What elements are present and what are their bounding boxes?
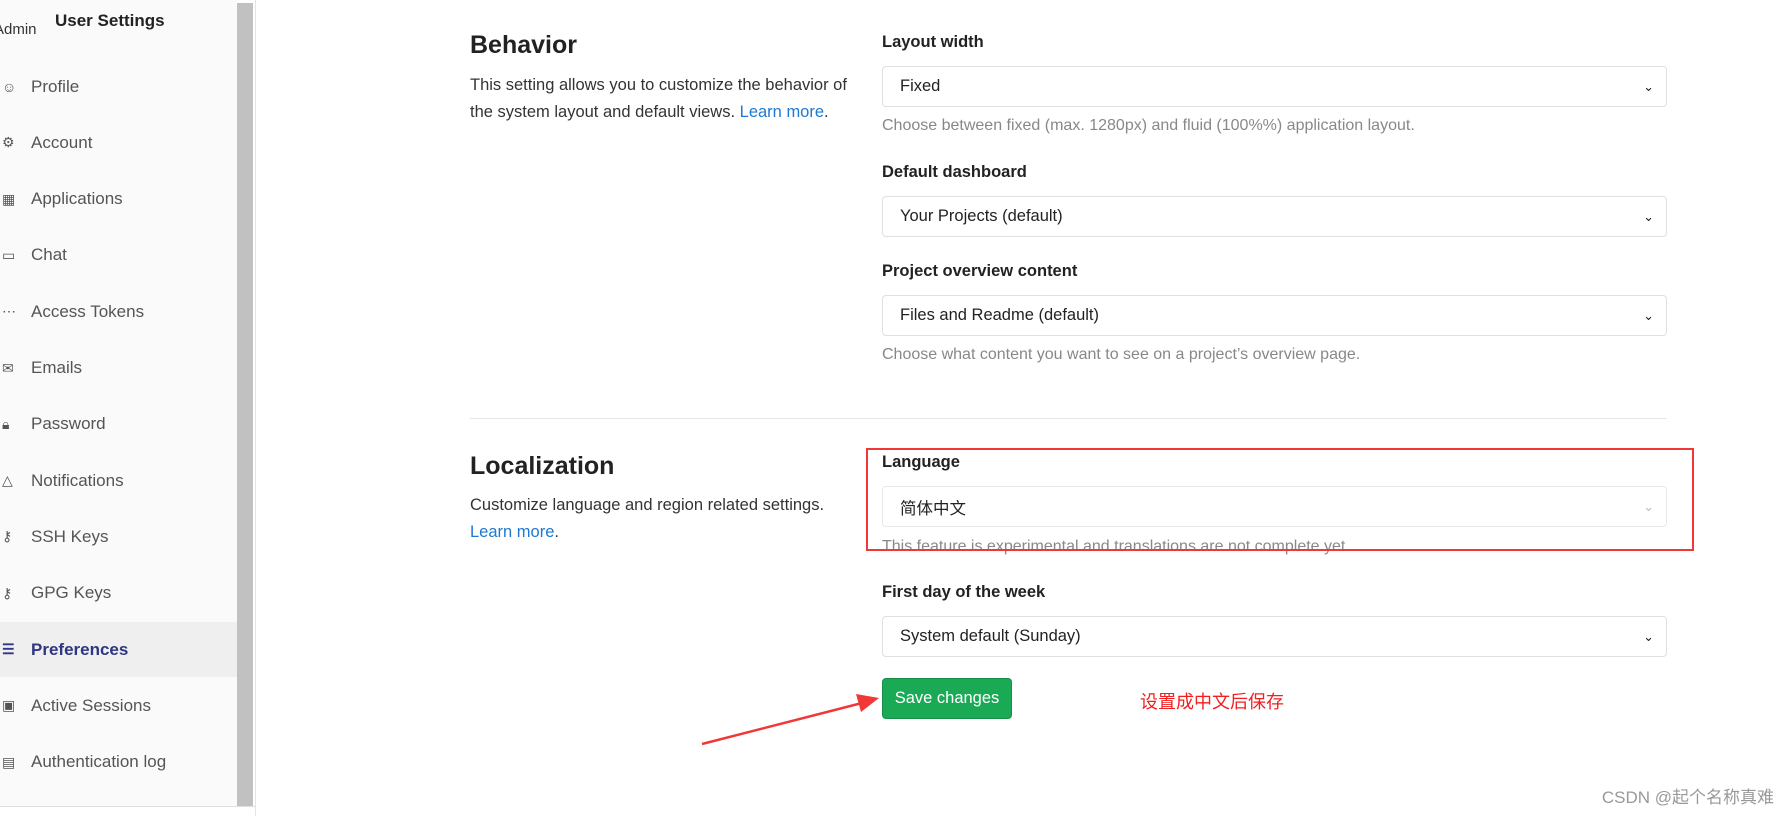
behavior-learn-more-link[interactable]: Learn more	[740, 103, 824, 121]
lock-icon: 🔒︎	[2, 415, 10, 432]
annotation-highlight-box	[866, 448, 1694, 551]
sidebar-item-label: Applications	[31, 189, 123, 209]
divider	[0, 806, 256, 807]
monitor-icon: ▣	[2, 697, 16, 714]
sidebar-item-label: Authentication log	[31, 752, 167, 772]
behavior-title: Behavior	[470, 31, 577, 59]
default-dashboard-select[interactable]: Your Projects (default) ⌄	[882, 196, 1667, 237]
project-overview-select[interactable]: Files and Readme (default) ⌄	[882, 295, 1667, 336]
sidebar-item-ssh-keys[interactable]: ⚷ SSH Keys	[0, 509, 237, 564]
sidebar-item-label: Account	[31, 132, 93, 152]
sidebar-item-emails[interactable]: ✉ Emails	[0, 341, 237, 396]
layout-width-help: Choose between fixed (max. 1280px) and f…	[882, 117, 1415, 134]
default-dashboard-label: Default dashboard	[882, 163, 1027, 181]
project-overview-help: Choose what content you want to see on a…	[882, 346, 1361, 363]
sidebar-item-label: Preferences	[31, 639, 129, 659]
chevron-down-icon: ⌄	[1643, 208, 1654, 224]
chevron-down-icon: ⌄	[1643, 307, 1654, 323]
project-overview-value: Files and Readme (default)	[900, 306, 1100, 324]
localization-title: Localization	[470, 452, 615, 480]
sidebar-item-label: SSH Keys	[31, 526, 109, 546]
sidebar-item-gpg-keys[interactable]: ⚷ GPG Keys	[0, 566, 237, 621]
token-icon: ⋯	[2, 303, 16, 320]
default-dashboard-value: Your Projects (default)	[900, 207, 1063, 225]
sidebar-item-chat[interactable]: ▭ Chat	[0, 228, 237, 283]
sidebar-item-notifications[interactable]: △ Notifications	[0, 453, 237, 508]
sidebar-item-access-tokens[interactable]: ⋯ Access Tokens	[0, 284, 237, 339]
sidebar-item-label: Notifications	[31, 470, 124, 490]
sidebar-item-password[interactable]: 🔒︎ Password	[0, 397, 237, 452]
layout-width-label: Layout width	[882, 33, 984, 51]
divider	[255, 0, 256, 816]
email-icon: ✉	[2, 359, 14, 376]
sidebar-item-active-sessions[interactable]: ▣ Active Sessions	[0, 678, 237, 733]
bell-icon: △	[2, 472, 13, 489]
sidebar-item-authentication-log[interactable]: ▤ Authentication log	[0, 735, 237, 790]
sidebar: Admin User Settings ☺ Profile ⚙ Account ▦ App…	[0, 0, 237, 806]
save-changes-button[interactable]: Save changes	[882, 678, 1012, 719]
behavior-description: This setting allows you to customize the…	[470, 76, 847, 121]
annotation-note: 设置成中文后保存	[1140, 692, 1284, 712]
layout-width-select[interactable]: Fixed ⌄	[882, 66, 1667, 107]
first-day-value: System default (Sunday)	[900, 627, 1081, 645]
applications-icon: ▦	[2, 190, 16, 207]
sidebar-item-label: GPG Keys	[31, 583, 112, 603]
arrow-head	[856, 694, 879, 712]
sidebar-item-account[interactable]: ⚙ Account	[0, 115, 237, 170]
layout-width-value: Fixed	[900, 77, 941, 95]
sidebar-scrollbar[interactable]	[237, 3, 253, 806]
chevron-down-icon: ⌄	[1643, 628, 1654, 644]
sidebar-item-label: Access Tokens	[31, 301, 145, 321]
chat-icon: ▭	[2, 246, 16, 263]
sidebar-item-label: Password	[31, 414, 106, 434]
account-icon: ⚙	[2, 134, 15, 151]
sidebar-item-preferences[interactable]: ☰ Preferences	[0, 622, 237, 677]
sidebar-item-label: Active Sessions	[31, 695, 151, 715]
sidebar-title: User Settings	[55, 11, 165, 30]
localization-learn-more-link[interactable]: Learn more	[470, 523, 554, 541]
project-overview-label: Project overview content	[882, 262, 1078, 280]
sidebar-item-profile[interactable]: ☺ Profile	[0, 59, 237, 114]
avatar[interactable]: Admin	[0, 2, 42, 42]
preferences-icon: ☰	[2, 641, 15, 657]
section-divider	[470, 418, 1667, 419]
first-day-label: First day of the week	[882, 583, 1046, 601]
profile-icon: ☺	[2, 78, 17, 95]
chevron-down-icon: ⌄	[1643, 78, 1654, 94]
key-icon: ⚷	[2, 528, 13, 545]
sidebar-item-label: Emails	[31, 358, 83, 377]
sidebar-item-label: Chat	[31, 245, 67, 265]
first-day-select[interactable]: System default (Sunday) ⌄	[882, 616, 1667, 657]
watermark: CSDN @起个名称真难	[1601, 788, 1774, 807]
key-icon: ⚷	[2, 584, 13, 601]
localization-description-text: Customize language and region related se…	[470, 496, 825, 514]
sidebar-item-label: Profile	[31, 76, 80, 96]
localization-description: Customize language and region related se…	[470, 496, 825, 541]
arrow-shaft	[701, 701, 863, 746]
log-icon: ▤	[2, 753, 16, 770]
sidebar-item-applications[interactable]: ▦ Applications	[0, 172, 237, 227]
